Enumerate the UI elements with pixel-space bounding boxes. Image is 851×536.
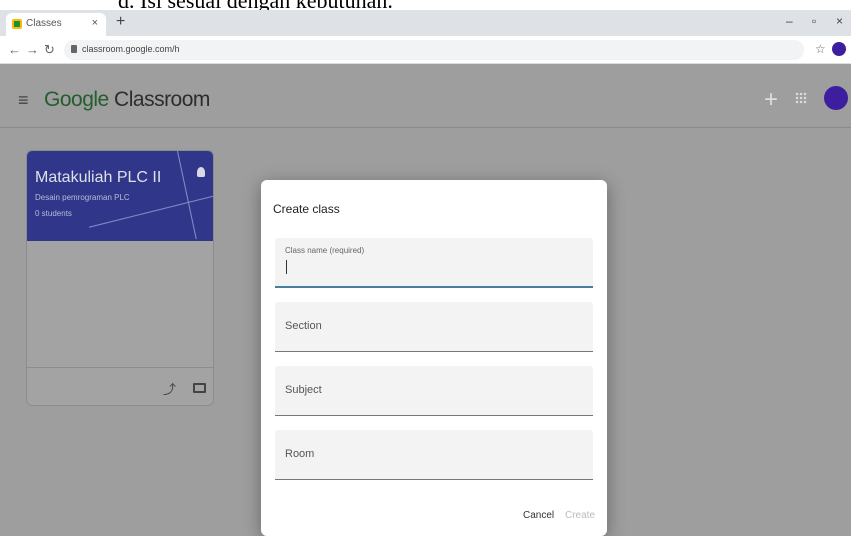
card-divider [27, 367, 213, 368]
browser-window: Classes × + – ▫ × ← → ↻ classroom.google… [0, 10, 851, 536]
maximize-button[interactable]: ▫ [812, 14, 816, 28]
text-cursor [286, 260, 287, 274]
brand-classroom: Classroom [108, 88, 210, 111]
forward-arrow-icon[interactable]: → [26, 42, 39, 57]
create-class-dialog: Create class Class name (required) Secti… [261, 180, 607, 536]
new-tab-button[interactable]: + [116, 13, 125, 31]
apps-grid-icon[interactable] [795, 92, 807, 104]
address-bar-row: ← → ↻ classroom.google.com/h ☆ [0, 36, 851, 64]
card-options-icon[interactable] [197, 167, 205, 177]
lock-icon [71, 45, 77, 53]
classroom-favicon-icon [12, 19, 22, 29]
subject-field[interactable]: Subject [275, 366, 593, 416]
back-arrow-icon[interactable]: ← [8, 42, 21, 57]
close-window-button[interactable]: × [836, 14, 843, 28]
tab-bar: Classes × + – ▫ × [0, 10, 851, 36]
dialog-title: Create class [273, 202, 340, 216]
tab-title: Classes [26, 18, 62, 29]
class-name-label: Class name (required) [285, 246, 365, 255]
url-text: classroom.google.com/h [82, 44, 180, 54]
room-label: Room [285, 448, 315, 460]
browser-profile-avatar[interactable] [832, 42, 846, 56]
tab-close-icon[interactable]: × [92, 17, 98, 29]
section-field[interactable]: Section [275, 302, 593, 352]
room-field[interactable]: Room [275, 430, 593, 480]
folder-icon[interactable] [193, 383, 206, 393]
subject-label: Subject [285, 384, 322, 396]
card-decoration-line [177, 151, 197, 240]
class-card-header: Matakuliah PLC II Desain pemrograman PLC… [27, 151, 213, 241]
brand-google: Google [44, 88, 109, 111]
classroom-header: ≡ Google Classroom + [0, 64, 851, 128]
section-label: Section [285, 320, 322, 332]
reload-icon[interactable]: ↻ [44, 42, 55, 58]
class-card-students: 0 students [35, 209, 72, 218]
browser-tab[interactable]: Classes × [6, 13, 106, 36]
user-avatar[interactable] [824, 86, 848, 110]
class-card-section: Desain pemrograman PLC [35, 193, 130, 202]
add-class-icon[interactable]: + [764, 86, 778, 114]
menu-icon[interactable]: ≡ [18, 90, 29, 111]
class-name-field[interactable]: Class name (required) [275, 238, 593, 288]
create-button[interactable]: Create [565, 510, 595, 521]
trend-icon[interactable]: ⤴ [163, 379, 176, 398]
class-card[interactable]: Matakuliah PLC II Desain pemrograman PLC… [26, 150, 214, 406]
class-card-title[interactable]: Matakuliah PLC II [35, 169, 161, 187]
bookmark-star-icon[interactable]: ☆ [815, 42, 826, 56]
cancel-button[interactable]: Cancel [523, 510, 554, 521]
url-bar[interactable]: classroom.google.com/h [64, 40, 804, 60]
minimize-button[interactable]: – [786, 14, 793, 28]
classroom-logo[interactable]: Google Classroom [44, 88, 210, 112]
